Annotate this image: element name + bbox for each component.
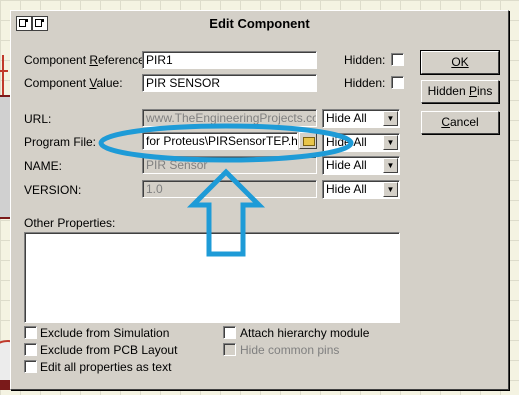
hidden-pins-button[interactable]: Hidden Pins <box>421 80 499 103</box>
window-title: Edit Component <box>209 16 310 31</box>
folder-icon <box>303 137 315 146</box>
name-input[interactable]: PIR Sensor <box>142 156 317 174</box>
schematic-pin <box>0 380 10 390</box>
value-input[interactable]: PIR SENSOR <box>142 74 317 92</box>
reference-label: Component Reference: <box>24 53 149 67</box>
value-hidden-checkbox[interactable] <box>391 76 404 89</box>
program-file-visibility-select[interactable]: Hide All ▼ <box>322 133 400 152</box>
schematic-wire <box>2 55 4 95</box>
reference-input[interactable]: PIR1 <box>142 51 317 69</box>
url-input[interactable]: www.TheEngineeringProjects.com <box>142 109 317 127</box>
program-file-label: Program File: <box>24 135 97 149</box>
ok-button[interactable]: OK <box>420 50 500 75</box>
name-label: NAME: <box>24 159 63 173</box>
browse-button[interactable] <box>299 132 317 149</box>
reference-hidden-checkbox[interactable] <box>391 53 404 66</box>
exclude-pcb-checkbox[interactable] <box>24 343 37 356</box>
version-visibility-value: Hide All <box>326 182 367 196</box>
attach-hierarchy-checkbox[interactable] <box>223 326 236 339</box>
value-hidden-label: Hidden: <box>344 76 386 90</box>
hide-common-pins-checkbox[interactable] <box>223 343 236 356</box>
url-visibility-select[interactable]: Hide All ▼ <box>322 109 400 128</box>
cancel-button[interactable]: Cancel <box>421 111 499 134</box>
name-visibility-value: Hide All <box>326 158 367 172</box>
edit-component-dialog: Edit Component Component Reference: PIR1… <box>10 10 509 390</box>
program-file-input[interactable]: for Proteus\PIRSensorTEP.hex <box>142 132 298 150</box>
version-visibility-select[interactable]: Hide All ▼ <box>322 180 400 199</box>
program-file-visibility-value: Hide All <box>326 135 367 149</box>
exclude-simulation-checkbox[interactable] <box>24 326 37 339</box>
schematic-wire <box>0 70 8 72</box>
url-visibility-value: Hide All <box>326 111 367 125</box>
title-bar[interactable]: Edit Component <box>13 13 506 33</box>
hide-common-pins-label: Hide common pins <box>240 343 340 357</box>
edit-all-checkbox[interactable] <box>24 360 37 373</box>
exclude-pcb-label: Exclude from PCB Layout <box>40 343 178 357</box>
chevron-down-icon[interactable]: ▼ <box>383 158 398 173</box>
other-properties-textarea[interactable] <box>24 232 400 323</box>
exclude-simulation-label: Exclude from Simulation <box>40 326 170 340</box>
name-visibility-select[interactable]: Hide All ▼ <box>322 156 400 175</box>
chevron-down-icon[interactable]: ▼ <box>383 111 398 126</box>
value-label: Component Value: <box>24 76 123 90</box>
version-label: VERSION: <box>24 183 82 197</box>
chevron-down-icon[interactable]: ▼ <box>383 182 398 197</box>
version-input[interactable]: 1.0 <box>142 180 317 198</box>
ok-button-label: OK <box>451 55 469 69</box>
other-properties-label: Other Properties: <box>24 216 116 230</box>
url-label: URL: <box>24 112 52 126</box>
reference-hidden-label: Hidden: <box>344 53 386 67</box>
chevron-down-icon[interactable]: ▼ <box>383 135 398 150</box>
edit-all-label: Edit all properties as text <box>40 360 172 374</box>
attach-hierarchy-label: Attach hierarchy module <box>240 326 370 340</box>
